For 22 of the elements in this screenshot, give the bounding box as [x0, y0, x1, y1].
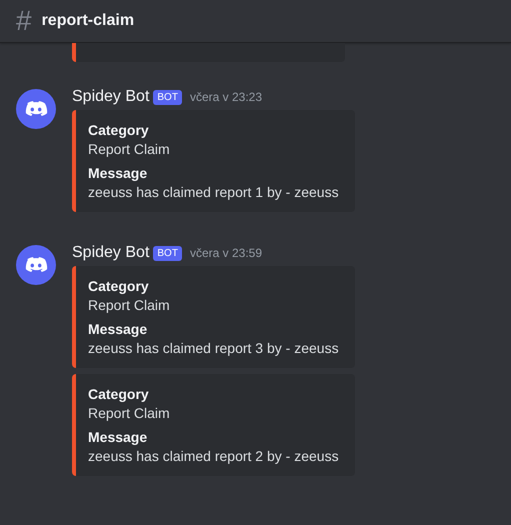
field-value: Report Claim: [88, 405, 171, 421]
field-value: zeeuss has claimed report 1 by - zeeuss: [88, 184, 339, 200]
author-name[interactable]: Spidey Bot: [72, 88, 150, 106]
author-name[interactable]: Spidey Bot: [72, 244, 150, 262]
bot-tag: BOT: [153, 90, 182, 104]
field-name: Category: [88, 386, 150, 402]
field-name: Category: [88, 278, 150, 294]
field-value: zeeuss has claimed report 3 by - zeeuss: [88, 340, 339, 356]
field-value: zeeuss has claimed report 2 by - zeeuss: [88, 448, 339, 464]
channel-name: report-claim: [42, 12, 134, 30]
field-value: Report Claim: [88, 297, 171, 313]
avatar-icon[interactable]: [16, 89, 56, 129]
field-name: Message: [88, 429, 148, 445]
field-value: Report Claim: [88, 141, 171, 157]
timestamp: včera v 23:59: [190, 246, 262, 260]
field-name: Message: [88, 165, 148, 181]
timestamp: včera v 23:23: [190, 90, 262, 104]
field-name: Category: [88, 122, 150, 138]
bot-tag: BOT: [153, 246, 182, 260]
hash-icon: #: [16, 7, 32, 35]
avatar-icon[interactable]: [16, 245, 56, 285]
field-name: Message: [88, 321, 148, 337]
